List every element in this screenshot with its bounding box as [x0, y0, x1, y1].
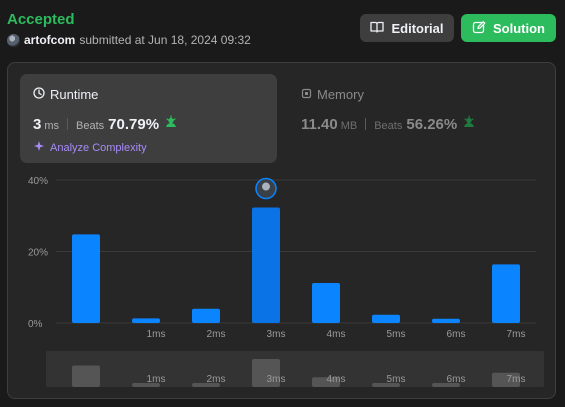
status-label: Accepted [7, 11, 75, 28]
y-tick-label: 40% [28, 176, 48, 187]
navigator-label: 5ms [387, 374, 406, 385]
chart-bar[interactable] [432, 318, 460, 323]
editorial-label: Editorial [391, 20, 444, 36]
chart-bar[interactable] [192, 308, 220, 323]
x-tick-label: 7ms [507, 329, 526, 340]
navigator-label: 3ms [267, 374, 286, 385]
y-tick-label: 0% [28, 319, 43, 330]
solution-label: Solution [493, 20, 545, 36]
chart-bar[interactable] [312, 282, 340, 323]
username-link[interactable]: artofcom [24, 33, 75, 47]
result-card: Runtime 3 ms Beats 70.79% Analyze Comple… [7, 62, 556, 399]
solution-button[interactable]: Solution [461, 14, 556, 42]
chart-bar[interactable] [252, 207, 280, 323]
navigator-label: 2ms [207, 374, 226, 385]
x-tick-label: 2ms [207, 329, 226, 340]
avatar[interactable] [7, 33, 20, 47]
navigator-label: 6ms [447, 374, 466, 385]
range-navigator[interactable] [46, 351, 544, 387]
edit-icon [472, 20, 486, 37]
editorial-button[interactable]: Editorial [360, 14, 454, 42]
x-tick-label: 6ms [447, 329, 466, 340]
navigator-bar [72, 365, 100, 387]
chart-bar[interactable] [132, 318, 160, 323]
x-tick-label: 3ms [267, 329, 286, 340]
avatar-head-icon [262, 182, 270, 191]
book-icon [370, 21, 385, 36]
submitted-text: submitted at Jun 18, 2024 09:32 [79, 33, 251, 47]
chart-bar[interactable] [492, 264, 520, 323]
x-tick-label: 4ms [327, 329, 346, 340]
navigator-label: 4ms [327, 374, 346, 385]
runtime-distribution-chart[interactable]: 0% 20% 40% 1ms 2ms 3ms 4ms 5ms 6ms 7ms 1ms 2ms 3ms 4m… [8, 63, 557, 400]
x-tick-label: 5ms [387, 329, 406, 340]
x-tick-label: 1ms [147, 329, 166, 340]
chart-bar[interactable] [72, 234, 100, 323]
navigator-label: 7ms [507, 374, 526, 385]
navigator-label: 1ms [147, 374, 166, 385]
y-tick-label: 20% [28, 248, 48, 259]
chart-bar[interactable] [372, 314, 400, 323]
submission-info: artofcom submitted at Jun 18, 2024 09:32 [7, 33, 251, 47]
